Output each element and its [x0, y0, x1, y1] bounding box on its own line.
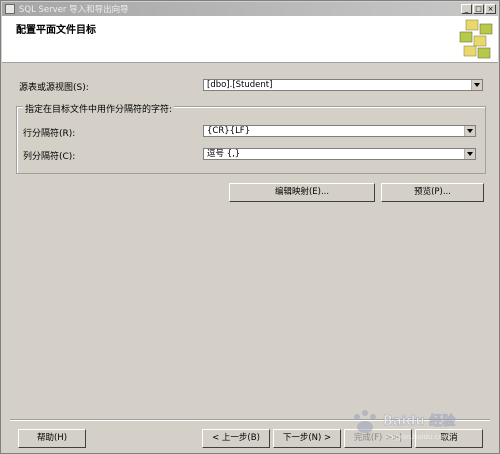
close-button[interactable]: ×	[485, 4, 496, 14]
source-label: 源表或源视图(S):	[19, 83, 89, 93]
baidu-watermark: Baidu 经验 jingyan.baidu.com	[354, 410, 457, 441]
preview-button[interactable]: 预览(P)...	[381, 183, 484, 202]
chevron-down-icon[interactable]	[464, 126, 475, 136]
column-delimiter-label: 列分隔符(C):	[23, 152, 76, 162]
chevron-down-icon[interactable]	[464, 149, 475, 159]
app-icon	[5, 4, 15, 14]
maximize-button[interactable]: □	[473, 4, 484, 14]
next-button[interactable]: 下一步(N) >	[273, 429, 341, 448]
title-bar: SQL Server 导入和导出向导 _ □ ×	[2, 2, 498, 16]
wizard-header: 配置平面文件目标	[2, 16, 498, 63]
minimize-button[interactable]: _	[461, 4, 472, 14]
wizard-window: SQL Server 导入和导出向导 _ □ × 配置平面文件目标 源表或源视图…	[0, 0, 500, 454]
row-delimiter-label: 行分隔符(R):	[23, 129, 76, 139]
delimiter-group-label: 指定在目标文件中用作分隔符的字符:	[23, 102, 175, 115]
delimiter-group	[16, 106, 486, 174]
chevron-down-icon[interactable]	[471, 80, 482, 90]
column-delimiter-combo[interactable]: 逗号 {,}	[203, 148, 476, 160]
row-delimiter-combo[interactable]: {CR}{LF}	[203, 125, 476, 137]
column-delimiter-value: 逗号 {,}	[207, 149, 241, 159]
page-title: 配置平面文件目标	[16, 25, 96, 36]
source-table-combo[interactable]: [dbo].[Student]	[203, 79, 483, 91]
row-delimiter-value: {CR}{LF}	[207, 126, 251, 136]
watermark-text: Baidu 经验	[383, 413, 456, 429]
back-button[interactable]: < 上一步(B)	[202, 429, 270, 448]
wizard-logo-icon	[459, 19, 493, 59]
help-button[interactable]: 帮助(H)	[18, 429, 86, 448]
edit-mappings-button[interactable]: 编辑映射(E)...	[229, 183, 375, 202]
watermark-url: jingyan.baidu.com	[384, 433, 450, 441]
source-table-value: [dbo].[Student]	[207, 80, 273, 90]
window-title: SQL Server 导入和导出向导	[19, 5, 129, 15]
